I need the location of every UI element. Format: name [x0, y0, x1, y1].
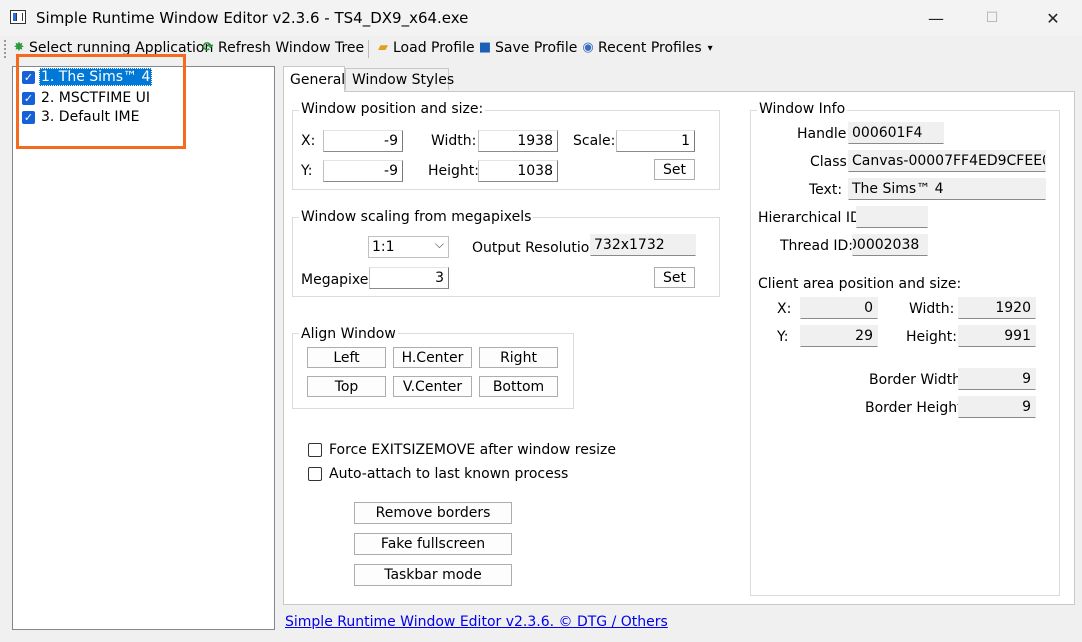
target-icon: ✸ — [13, 40, 25, 55]
tree-item-label: 2. MSCTFIME UI — [41, 90, 151, 106]
save-disk-icon: ■ — [478, 40, 492, 55]
select-application-button[interactable]: ✸ Select running Application — [12, 40, 214, 56]
ratio-select[interactable]: 1:1 ⌵ — [368, 236, 449, 258]
x-label: X: — [301, 133, 316, 149]
close-button[interactable]: ✕ — [1030, 0, 1076, 36]
folder-open-icon: ▰ — [378, 40, 388, 55]
align-bottom-button[interactable]: Bottom — [479, 376, 558, 397]
window-title: Simple Runtime Window Editor v2.3.6 - TS… — [36, 9, 469, 27]
tree-item-label: 1. The Sims™ 4 — [39, 68, 153, 86]
class-label: Class: — [810, 154, 852, 170]
scale-label: Scale: — [573, 133, 616, 149]
y-label: Y: — [301, 163, 313, 179]
client-area-title: Client area position and size: — [758, 276, 962, 292]
align-right-button[interactable]: Right — [479, 347, 558, 368]
width-input[interactable]: 1938 — [478, 130, 558, 152]
thread-id-label: Thread ID: — [780, 238, 854, 254]
border-height-value: 9 — [958, 396, 1036, 418]
x-input[interactable]: -9 — [323, 130, 403, 152]
align-window-group — [292, 333, 574, 409]
auto-attach-label: Auto-attach to last known process — [329, 466, 569, 482]
checkbox-checked-icon[interactable]: ✓ — [22, 110, 35, 124]
align-vcenter-button[interactable]: V.Center — [393, 376, 472, 397]
scale-input[interactable]: 1 — [616, 130, 695, 152]
output-resolution-value: 732x1732 — [590, 234, 696, 256]
title-bar[interactable]: Simple Runtime Window Editor v2.3.6 - TS… — [0, 0, 1082, 36]
auto-attach-checkbox[interactable] — [308, 467, 322, 481]
tab-general[interactable]: General — [283, 66, 345, 92]
checkbox-checked-icon[interactable]: ✓ — [22, 70, 35, 84]
save-profile-button[interactable]: ■ Save Profile — [478, 40, 578, 56]
taskbar-mode-button[interactable]: Taskbar mode — [354, 564, 512, 586]
tab-window-styles[interactable]: Window Styles — [345, 68, 454, 90]
refresh-window-tree-button[interactable]: ⟳ Refresh Window Tree — [201, 40, 365, 56]
hierarchical-id-label: Hierarchical ID: — [758, 210, 866, 226]
group-title: Align Window — [299, 326, 398, 342]
group-title: Window Info — [757, 101, 848, 117]
recent-profiles-dropdown[interactable]: ◉ Recent Profiles ▾ — [581, 40, 713, 56]
chevron-down-icon: ⌵ — [434, 237, 444, 251]
client-height-label: Height: — [906, 329, 957, 345]
client-x-label: X: — [777, 301, 792, 317]
height-label: Height: — [428, 163, 479, 179]
handle-value: 000601F4 — [848, 122, 944, 144]
align-top-button[interactable]: Top — [307, 376, 386, 397]
thread-id-value: 00002038 — [852, 234, 928, 256]
minimize-button[interactable]: — — [913, 0, 959, 36]
set-scaling-button[interactable]: Set — [654, 267, 695, 288]
refresh-icon: ⟳ — [202, 40, 214, 55]
tree-connector-line — [18, 76, 19, 118]
client-y-label: Y: — [777, 329, 789, 345]
output-resolution-label: Output Resolution: — [472, 240, 603, 256]
align-left-button[interactable]: Left — [307, 347, 386, 368]
megapixels-input[interactable]: 3 — [369, 267, 449, 289]
width-label: Width: — [431, 133, 477, 149]
tree-item-msctfime-ui[interactable]: ✓ 2. MSCTFIME UI — [22, 88, 152, 108]
class-value: Canvas-00007FF4ED9CFEE0 — [848, 150, 1046, 172]
border-width-label: Border Width: — [869, 372, 966, 388]
client-y-value: 29 — [800, 325, 878, 347]
client-x-value: 0 — [800, 297, 878, 319]
tree-item-the-sims[interactable]: ✓ 1. The Sims™ 4 — [22, 67, 153, 87]
clock-icon: ◉ — [582, 40, 594, 55]
border-width-value: 9 — [958, 368, 1036, 390]
window-tree[interactable] — [12, 66, 275, 630]
hierarchical-id-value — [856, 206, 928, 228]
toolbar: ✸ Select running Application ⟳ Refresh W… — [0, 38, 1082, 62]
about-link[interactable]: Simple Runtime Window Editor v2.3.6. © D… — [285, 614, 668, 630]
set-position-button[interactable]: Set — [654, 159, 695, 180]
height-input[interactable]: 1038 — [478, 160, 558, 182]
chevron-down-icon: ▾ — [707, 42, 713, 54]
maximize-button[interactable]: ☐ — [969, 0, 1015, 36]
y-input[interactable]: -9 — [323, 160, 403, 182]
client-height-value: 991 — [958, 325, 1036, 347]
megapixels-label: Megapixels — [301, 272, 380, 288]
border-height-label: Border Height: — [865, 400, 968, 416]
fake-fullscreen-button[interactable]: Fake fullscreen — [354, 533, 512, 555]
handle-label: Handle: — [797, 126, 852, 142]
app-icon — [10, 10, 26, 24]
toolbar-separator — [368, 40, 369, 58]
align-hcenter-button[interactable]: H.Center — [393, 347, 472, 368]
load-profile-button[interactable]: ▰ Load Profile — [376, 40, 475, 56]
tree-item-label: 3. Default IME — [41, 109, 140, 125]
group-title: Window scaling from megapixels — [299, 209, 534, 225]
text-value: The Sims™ 4 — [848, 178, 1046, 200]
client-width-label: Width: — [909, 301, 955, 317]
force-exitsizemove-label: Force EXITSIZEMOVE after window resize — [329, 442, 616, 458]
remove-borders-button[interactable]: Remove borders — [354, 502, 512, 524]
client-width-value: 1920 — [958, 297, 1036, 319]
toolbar-grip — [4, 40, 9, 58]
force-exitsizemove-checkbox[interactable] — [308, 443, 322, 457]
checkbox-checked-icon[interactable]: ✓ — [22, 91, 35, 105]
group-title: Window position and size: — [299, 101, 486, 117]
tree-item-default-ime[interactable]: ✓ 3. Default IME — [22, 107, 141, 127]
text-label: Text: — [809, 182, 843, 198]
